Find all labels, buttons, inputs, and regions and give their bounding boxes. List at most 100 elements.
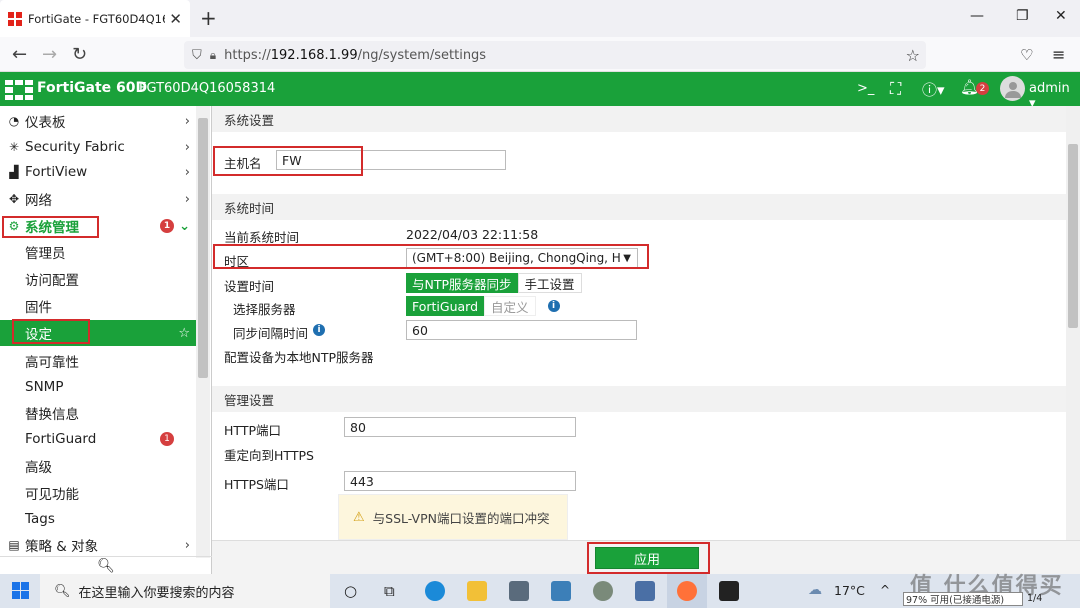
file-explorer-icon[interactable] xyxy=(467,581,487,601)
notification-badge: 2 xyxy=(976,82,989,95)
windows-start-icon[interactable] xyxy=(12,582,29,599)
warning-text: 与SSL-VPN端口设置的端口冲突 xyxy=(372,510,550,526)
app-icon[interactable] xyxy=(593,581,613,601)
settings-panel: 系统设置 主机名 FW 系统时间 当前系统时间 2022/04/03 22:11… xyxy=(212,106,1080,540)
terminal-icon[interactable] xyxy=(719,581,739,601)
app-icon[interactable] xyxy=(509,581,529,601)
sidebar-item-label: 访问配置 xyxy=(25,273,79,289)
browser-tab-bar: FortiGate - FGT60D4Q16058... ✕ + — ❐ ✕ xyxy=(0,0,1080,37)
browser-tab[interactable]: FortiGate - FGT60D4Q16058... ✕ xyxy=(0,0,190,37)
https-port-label: HTTPS端口 xyxy=(224,477,289,492)
info-icon[interactable]: i xyxy=(313,324,325,336)
sidebar-item-label: 替换信息 xyxy=(25,407,79,423)
chevron-right-icon: › xyxy=(184,191,190,207)
back-icon[interactable]: ← xyxy=(12,44,27,65)
url-bar[interactable]: ⛉ 🔒︎ https://192.168.1.99/ng/system/sett… xyxy=(184,41,926,69)
sidebar-item-label: 可见功能 xyxy=(25,487,79,503)
redirect-https-label: 重定向到HTTPS xyxy=(224,448,314,463)
sidebar-item-access[interactable]: 访问配置 xyxy=(0,266,196,292)
chevron-right-icon: › xyxy=(184,537,190,553)
cortana-icon[interactable]: ○ xyxy=(344,582,357,600)
sidebar-search-icon[interactable]: 🔍︎ xyxy=(0,556,212,574)
firefox-taskbar-item[interactable] xyxy=(667,574,707,608)
sidebar-item-dashboard[interactable]: ◔ 仪表板 › xyxy=(0,108,196,134)
sidebar-item-label: Tags xyxy=(25,511,55,527)
url-prefix: https:// xyxy=(224,47,271,63)
close-window-icon[interactable]: ✕ xyxy=(1055,8,1067,24)
tray-chevron-icon[interactable]: ^ xyxy=(880,583,890,597)
ntp-sync-button[interactable]: 与NTP服务器同步 xyxy=(406,273,518,293)
help-icon[interactable]: ⓘ▾ xyxy=(922,79,945,100)
highlight-box-settings xyxy=(12,319,90,344)
sidebar-item-admins[interactable]: 管理员 xyxy=(0,239,196,265)
cli-console-icon[interactable]: >_ xyxy=(857,81,874,96)
avatar[interactable] xyxy=(1000,76,1025,101)
sidebar-item-ha[interactable]: 高可靠性 xyxy=(0,348,196,374)
shield-icon[interactable]: ⛉ xyxy=(192,48,202,63)
port-conflict-warning: ⚠ 与SSL-VPN端口设置的端口冲突 xyxy=(338,494,568,540)
fullscreen-icon[interactable]: ⛶ xyxy=(890,79,901,99)
fortigate-header: FortiGate 60D FGT60D4Q16058314 >_ ⛶ ⓘ▾ 🔔… xyxy=(0,72,1080,111)
sidebar-item-feature-visibility[interactable]: 可见功能 xyxy=(0,480,196,506)
network-icon: ✥ xyxy=(8,192,20,206)
chevron-down-icon: ⌄ xyxy=(179,218,190,234)
lock-icon[interactable]: 🔒︎ xyxy=(210,48,216,63)
custom-server-button[interactable]: 自定义 xyxy=(484,296,536,316)
sidebar-item-tags[interactable]: Tags xyxy=(0,506,196,532)
chevron-right-icon: › xyxy=(184,139,190,155)
sidebar-item-replacement-msg[interactable]: 替换信息 xyxy=(0,400,196,426)
app-icon[interactable] xyxy=(551,581,571,601)
restore-icon[interactable]: ❐ xyxy=(1016,8,1029,24)
sidebar-item-advanced[interactable]: 高级 xyxy=(0,453,196,479)
taskbar-search-placeholder: 在这里输入你要搜索的内容 xyxy=(78,585,235,601)
sidebar-item-network[interactable]: ✥ 网络 › xyxy=(0,186,196,212)
sidebar-scroll-thumb[interactable] xyxy=(198,118,208,378)
pocket-icon[interactable]: ♡ xyxy=(1020,46,1033,64)
task-view-icon[interactable]: ⧉ xyxy=(384,582,395,600)
sidebar-item-label: 管理员 xyxy=(25,246,66,262)
chevron-right-icon: › xyxy=(184,164,190,180)
edge-icon[interactable] xyxy=(425,581,445,601)
manual-set-button[interactable]: 手工设置 xyxy=(517,273,582,293)
new-tab-button[interactable]: + xyxy=(200,6,217,30)
sidebar-item-fortiview[interactable]: ▟ FortiView › xyxy=(0,159,196,185)
sidebar-item-snmp[interactable]: SNMP xyxy=(0,374,196,400)
sidebar-scrollbar[interactable] xyxy=(196,106,210,558)
battery-tooltip-text: 97% 可用(已接通电源) xyxy=(906,595,1005,606)
select-server-label: 选择服务器 xyxy=(233,302,296,317)
minimize-icon[interactable]: — xyxy=(970,8,984,24)
https-port-input[interactable]: 443 xyxy=(344,471,576,491)
dashboard-icon: ◔ xyxy=(8,114,20,128)
main-scroll-thumb[interactable] xyxy=(1068,144,1078,328)
sync-interval-input[interactable]: 60 xyxy=(406,320,637,340)
main-scrollbar[interactable] xyxy=(1066,106,1080,540)
http-port-input[interactable]: 80 xyxy=(344,417,576,437)
fortiguard-badge: 1 xyxy=(160,432,174,446)
fortiguard-server-button[interactable]: FortiGuard xyxy=(406,296,485,316)
favorite-star-icon[interactable]: ☆ xyxy=(178,326,190,341)
menu-icon[interactable]: ≡ xyxy=(1052,45,1065,64)
sidebar-item-fortiguard[interactable]: FortiGuard 1 xyxy=(0,426,196,452)
sidebar-item-security-fabric[interactable]: ✳ Security Fabric › xyxy=(0,134,196,160)
info-icon[interactable]: i xyxy=(547,300,560,312)
page-indicator: 1/4 xyxy=(1027,593,1043,604)
sidebar-item-label: Security Fabric xyxy=(25,139,125,155)
sidebar-item-policy[interactable]: ▤ 策略 & 对象 › xyxy=(0,532,196,558)
app-icon[interactable] xyxy=(635,581,655,601)
taskbar-search[interactable]: 🔍︎ 在这里输入你要搜索的内容 xyxy=(40,574,330,608)
sidebar-item-firmware[interactable]: 固件 xyxy=(0,293,196,319)
cloud-icon: ☁ xyxy=(808,582,822,598)
reload-icon[interactable]: ↻ xyxy=(72,44,87,65)
forward-icon[interactable]: → xyxy=(42,44,57,65)
http-port-label: HTTP端口 xyxy=(224,423,281,438)
fabric-icon: ✳ xyxy=(8,140,20,154)
highlight-box-hostname xyxy=(213,146,363,176)
set-time-toggle-group: 与NTP服务器同步 手工设置 xyxy=(406,273,582,293)
weather-temp[interactable]: 17°C xyxy=(834,583,865,598)
bookmark-star-icon[interactable]: ☆ xyxy=(906,46,920,65)
sidebar-item-label: 仪表板 xyxy=(25,115,66,131)
tab-title: FortiGate - FGT60D4Q16058... xyxy=(28,11,165,26)
close-tab-icon[interactable]: ✕ xyxy=(169,10,182,28)
highlight-box-system xyxy=(2,216,99,238)
sidebar-item-label: 网络 xyxy=(25,193,52,209)
